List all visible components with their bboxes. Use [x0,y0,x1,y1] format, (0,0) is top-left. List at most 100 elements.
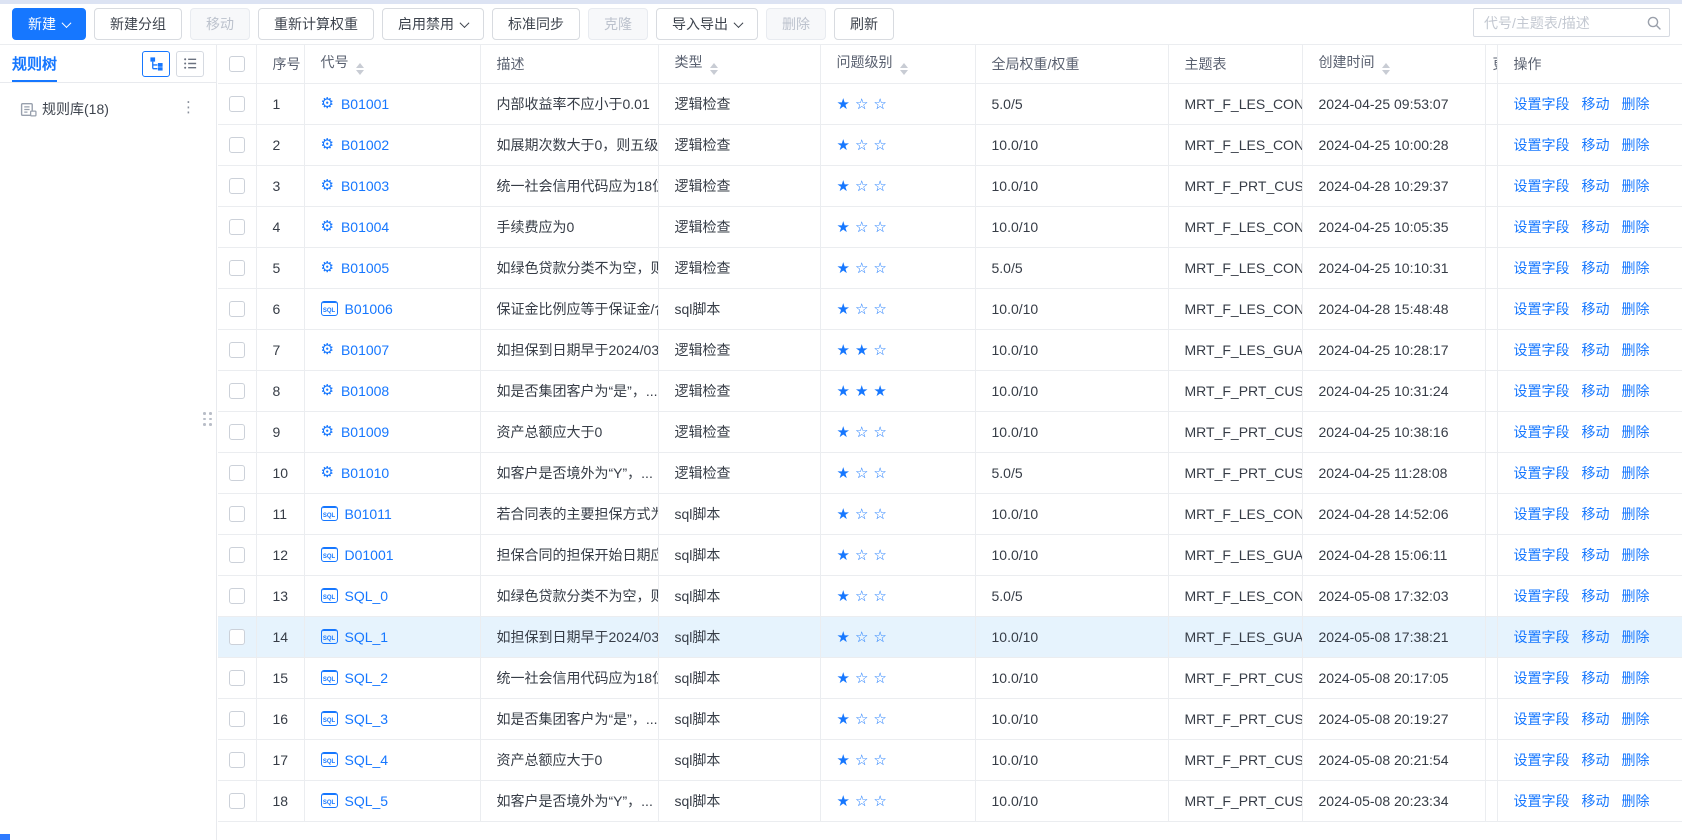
move-link[interactable]: 移动 [1582,670,1610,686]
set-fields-link[interactable]: 设置字段 [1514,711,1570,727]
sidebar-item-rule-library[interactable]: 规则库(18) ⋮ [0,95,216,123]
set-fields-link[interactable]: 设置字段 [1514,465,1570,481]
delete-link[interactable]: 删除 [1622,793,1650,809]
move-link[interactable]: 移动 [1582,424,1610,440]
rule-code-link[interactable]: SQL_4 [345,752,389,768]
delete-link[interactable]: 删除 [1622,178,1650,194]
move-link[interactable]: 移动 [1582,137,1610,153]
rule-code-link[interactable]: B01004 [341,219,389,235]
table-row[interactable]: 13SQLSQL_0如绿色贷款分类不为空，则...sql脚本★☆☆5.0/5MR… [218,575,1682,616]
set-fields-link[interactable]: 设置字段 [1514,752,1570,768]
table-row[interactable]: 6SQLB01006保证金比例应等于保证金/合...sql脚本★☆☆10.0/1… [218,288,1682,329]
set-fields-link[interactable]: 设置字段 [1514,547,1570,563]
table-row[interactable]: 7⚙B01007如担保到日期早于2024/03/...逻辑检查★★☆10.0/1… [218,329,1682,370]
rule-code-link[interactable]: B01007 [341,342,389,358]
move-link[interactable]: 移动 [1582,629,1610,645]
set-fields-link[interactable]: 设置字段 [1514,629,1570,645]
rule-code-link[interactable]: B01011 [345,506,392,522]
table-row[interactable]: 18SQLSQL_5如客户是否境外为“Y”，...sql脚本★☆☆10.0/10… [218,780,1682,821]
delete-link[interactable]: 删除 [1622,465,1650,481]
rule-code-link[interactable]: B01010 [341,465,389,481]
select-all-checkbox[interactable] [229,56,245,72]
delete-link[interactable]: 删除 [1622,424,1650,440]
set-fields-link[interactable]: 设置字段 [1514,301,1570,317]
rule-code-link[interactable]: B01006 [345,301,393,317]
set-fields-link[interactable]: 设置字段 [1514,96,1570,112]
recalculate-weight-button[interactable]: 重新计算权重 [258,8,374,40]
move-link[interactable]: 移动 [1582,547,1610,563]
delete-link[interactable]: 删除 [1622,219,1650,235]
move-link[interactable]: 移动 [1582,752,1610,768]
rule-code-link[interactable]: B01003 [341,178,389,194]
row-checkbox[interactable] [229,424,245,440]
table-row[interactable]: 16SQLSQL_3如是否集团客户为“是”，...sql脚本★☆☆10.0/10… [218,698,1682,739]
set-fields-link[interactable]: 设置字段 [1514,137,1570,153]
move-link[interactable]: 移动 [1582,301,1610,317]
set-fields-link[interactable]: 设置字段 [1514,670,1570,686]
row-checkbox[interactable] [229,629,245,645]
item-menu-icon[interactable]: ⋮ [181,98,196,116]
table-row[interactable]: 12SQLD01001担保合同的担保开始日期应...sql脚本★☆☆10.0/1… [218,534,1682,575]
set-fields-link[interactable]: 设置字段 [1514,260,1570,276]
row-checkbox[interactable] [229,96,245,112]
table-row[interactable]: 11SQLB01011若合同表的主要担保方式为...sql脚本★☆☆10.0/1… [218,493,1682,534]
row-checkbox[interactable] [229,342,245,358]
refresh-button[interactable]: 刷新 [834,8,894,40]
move-link[interactable]: 移动 [1582,219,1610,235]
row-checkbox[interactable] [229,137,245,153]
rule-code-link[interactable]: SQL_0 [345,588,389,604]
new-group-button[interactable]: 新建分组 [94,8,182,40]
row-checkbox[interactable] [229,752,245,768]
move-link[interactable]: 移动 [1582,96,1610,112]
delete-link[interactable]: 删除 [1622,137,1650,153]
table-row[interactable]: 15SQLSQL_2统一社会信用代码应为18位sql脚本★☆☆10.0/10MR… [218,657,1682,698]
table-row[interactable]: 5⚙B01005如绿色贷款分类不为空，则...逻辑检查★☆☆5.0/5MRT_F… [218,247,1682,288]
table-row[interactable]: 2⚙B01002如展期次数大于0，则五级...逻辑检查★☆☆10.0/10MRT… [218,124,1682,165]
rule-code-link[interactable]: B01009 [341,424,389,440]
move-link[interactable]: 移动 [1582,342,1610,358]
delete-link[interactable]: 删除 [1622,711,1650,727]
row-checkbox[interactable] [229,793,245,809]
sidebar-resize-handle[interactable] [203,412,212,426]
delete-link[interactable]: 删除 [1622,383,1650,399]
rule-code-link[interactable]: SQL_5 [345,793,389,809]
rule-code-link[interactable]: B01008 [341,383,389,399]
tab-rule-tree[interactable]: 规则树 [12,45,57,82]
move-link[interactable]: 移动 [1582,506,1610,522]
col-code[interactable]: 代号 [304,45,480,83]
move-link[interactable]: 移动 [1582,383,1610,399]
delete-link[interactable]: 删除 [1622,260,1650,276]
row-checkbox[interactable] [229,547,245,563]
move-link[interactable]: 移动 [1582,178,1610,194]
delete-link[interactable]: 删除 [1622,547,1650,563]
col-created[interactable]: 创建时间 [1302,45,1485,83]
rule-code-link[interactable]: B01001 [341,96,389,112]
table-row[interactable]: 1⚙B01001内部收益率不应小于0.01逻辑检查★☆☆5.0/5MRT_F_L… [218,83,1682,124]
row-checkbox[interactable] [229,383,245,399]
row-checkbox[interactable] [229,670,245,686]
row-checkbox[interactable] [229,301,245,317]
row-checkbox[interactable] [229,588,245,604]
rule-code-link[interactable]: SQL_3 [345,711,389,727]
col-type[interactable]: 类型 [658,45,820,83]
row-checkbox[interactable] [229,711,245,727]
move-link[interactable]: 移动 [1582,588,1610,604]
delete-link[interactable]: 删除 [1622,588,1650,604]
search-input[interactable] [1474,9,1669,36]
delete-link[interactable]: 删除 [1622,629,1650,645]
new-button[interactable]: 新建 [12,8,86,40]
row-checkbox[interactable] [229,506,245,522]
delete-link[interactable]: 删除 [1622,670,1650,686]
move-link[interactable]: 移动 [1582,711,1610,727]
search-icon[interactable] [1646,15,1662,31]
import-export-button[interactable]: 导入导出 [656,8,758,40]
table-row[interactable]: 4⚙B01004手续费应为0逻辑检查★☆☆10.0/10MRT_F_LES_CO… [218,206,1682,247]
set-fields-link[interactable]: 设置字段 [1514,342,1570,358]
rule-code-link[interactable]: B01002 [341,137,389,153]
set-fields-link[interactable]: 设置字段 [1514,793,1570,809]
set-fields-link[interactable]: 设置字段 [1514,178,1570,194]
standard-sync-button[interactable]: 标准同步 [492,8,580,40]
table-row[interactable]: 17SQLSQL_4资产总额应大于0sql脚本★☆☆10.0/10MRT_F_P… [218,739,1682,780]
row-checkbox[interactable] [229,260,245,276]
rule-code-link[interactable]: B01005 [341,260,389,276]
